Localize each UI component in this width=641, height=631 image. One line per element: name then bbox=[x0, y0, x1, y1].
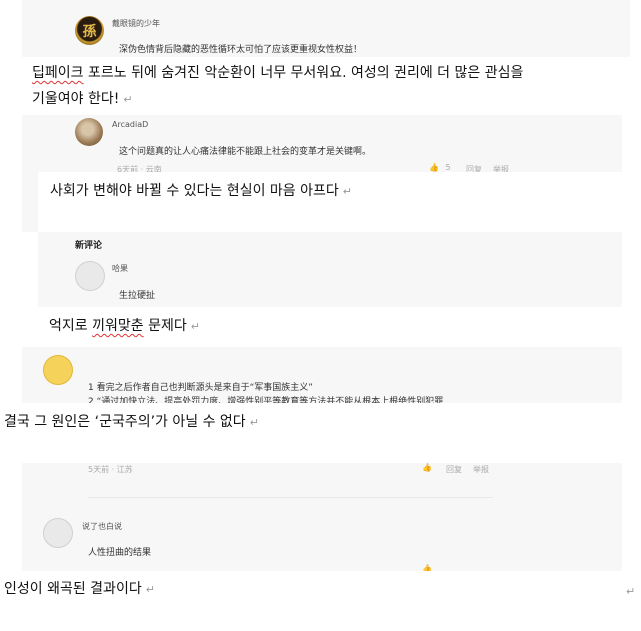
comment-text: 生拉硬扯 bbox=[119, 291, 156, 301]
comment-username[interactable]: ArcadiaD bbox=[112, 120, 148, 129]
report-button[interactable]: 举报 bbox=[473, 464, 489, 475]
misspelled-word: 끼워맞춘 bbox=[92, 318, 144, 334]
new-comments-title: 新评论 bbox=[75, 241, 103, 251]
comment-text: 这个问题真的让人心痛法律能不能跟上社会的变革才是关键啊。 bbox=[119, 147, 372, 157]
comment-text-line2: 2 “通过加快立法、提高处罚力度、增强性别平等教育等方法并不能从根本上根绝性别犯… bbox=[88, 397, 444, 403]
translation-text-4: 결국 그 원인은 ‘군국주의’가 아닐 수 없다 ↵ bbox=[4, 414, 259, 430]
page-end-return-mark-icon: ↵ bbox=[626, 585, 636, 598]
misspelled-word: 딥페이크 bbox=[32, 65, 84, 81]
comment-text: 人性扭曲的结果 bbox=[88, 548, 152, 558]
user-avatar[interactable]: 孫 bbox=[75, 16, 104, 45]
translation-text-1: 딥페이크 포르노 뒤에 숨겨진 악순환이 너무 무서워요. 여성의 권리에 더 … bbox=[32, 65, 524, 81]
return-mark-icon: ↵ bbox=[123, 93, 133, 106]
new-comments-section: 新评论 哈果 生拉硬扯 bbox=[38, 232, 622, 307]
translation-text-1-line2: 기울여야 한다! ↵ bbox=[32, 91, 133, 107]
comment-screenshot-3: 1 看完之后作者自己也判断源头是来自于“军事国族主义” 2 “通过加快立法、提高… bbox=[22, 347, 622, 403]
return-mark-icon: ↵ bbox=[342, 185, 352, 198]
user-avatar[interactable] bbox=[75, 118, 103, 146]
thumbs-up-icon: 👍 bbox=[429, 163, 439, 172]
emoji-avatar-icon[interactable] bbox=[43, 355, 73, 385]
comment-meta: 5天前 · 江苏 bbox=[88, 465, 133, 474]
translation-text-2: 사회가 변해야 바뀔 수 있다는 현실이 마음 아프다 ↵ bbox=[50, 183, 352, 199]
comment-text-line1: 1 看完之后作者自己也判断源头是来自于“军事国族主义” bbox=[88, 383, 313, 393]
default-avatar-icon[interactable] bbox=[43, 518, 73, 548]
return-mark-icon: ↵ bbox=[145, 583, 155, 596]
avatar-glyph: 孫 bbox=[82, 24, 97, 40]
return-mark-icon: ↵ bbox=[249, 416, 259, 429]
like-button[interactable]: 👍 bbox=[422, 463, 432, 472]
translation-text-5: 인성이 왜곡된 결과이다 ↵ bbox=[4, 581, 155, 597]
thumbs-up-icon: 👍 bbox=[422, 463, 432, 472]
comment-screenshot-1: 孫 戴眼镜的少年 深伪色情背后隐藏的恶性循环太可怕了应该更重视女性权益！ bbox=[22, 0, 630, 57]
comment-divider bbox=[88, 497, 493, 498]
comment-username[interactable]: 戴眼镜的少年 bbox=[112, 18, 160, 29]
comment-username[interactable]: 说了也白说 bbox=[82, 521, 122, 532]
return-mark-icon: ↵ bbox=[190, 320, 200, 333]
default-avatar-icon[interactable] bbox=[75, 261, 105, 291]
comment-screenshot-4: 5天前 · 江苏 👍 回复 举报 说了也白说 人性扭曲的结果 👍 bbox=[22, 463, 622, 573]
comment-username[interactable]: 哈果 bbox=[112, 263, 128, 274]
comment-text: 深伪色情背后隐藏的恶性循环太可怕了应该更重视女性权益！ bbox=[119, 45, 363, 55]
translation-text-3: 억지로 끼워맞춘 문제다 ↵ bbox=[49, 318, 200, 334]
like-button[interactable]: 👍 5 bbox=[429, 163, 451, 172]
reply-button[interactable]: 回复 bbox=[446, 464, 462, 475]
